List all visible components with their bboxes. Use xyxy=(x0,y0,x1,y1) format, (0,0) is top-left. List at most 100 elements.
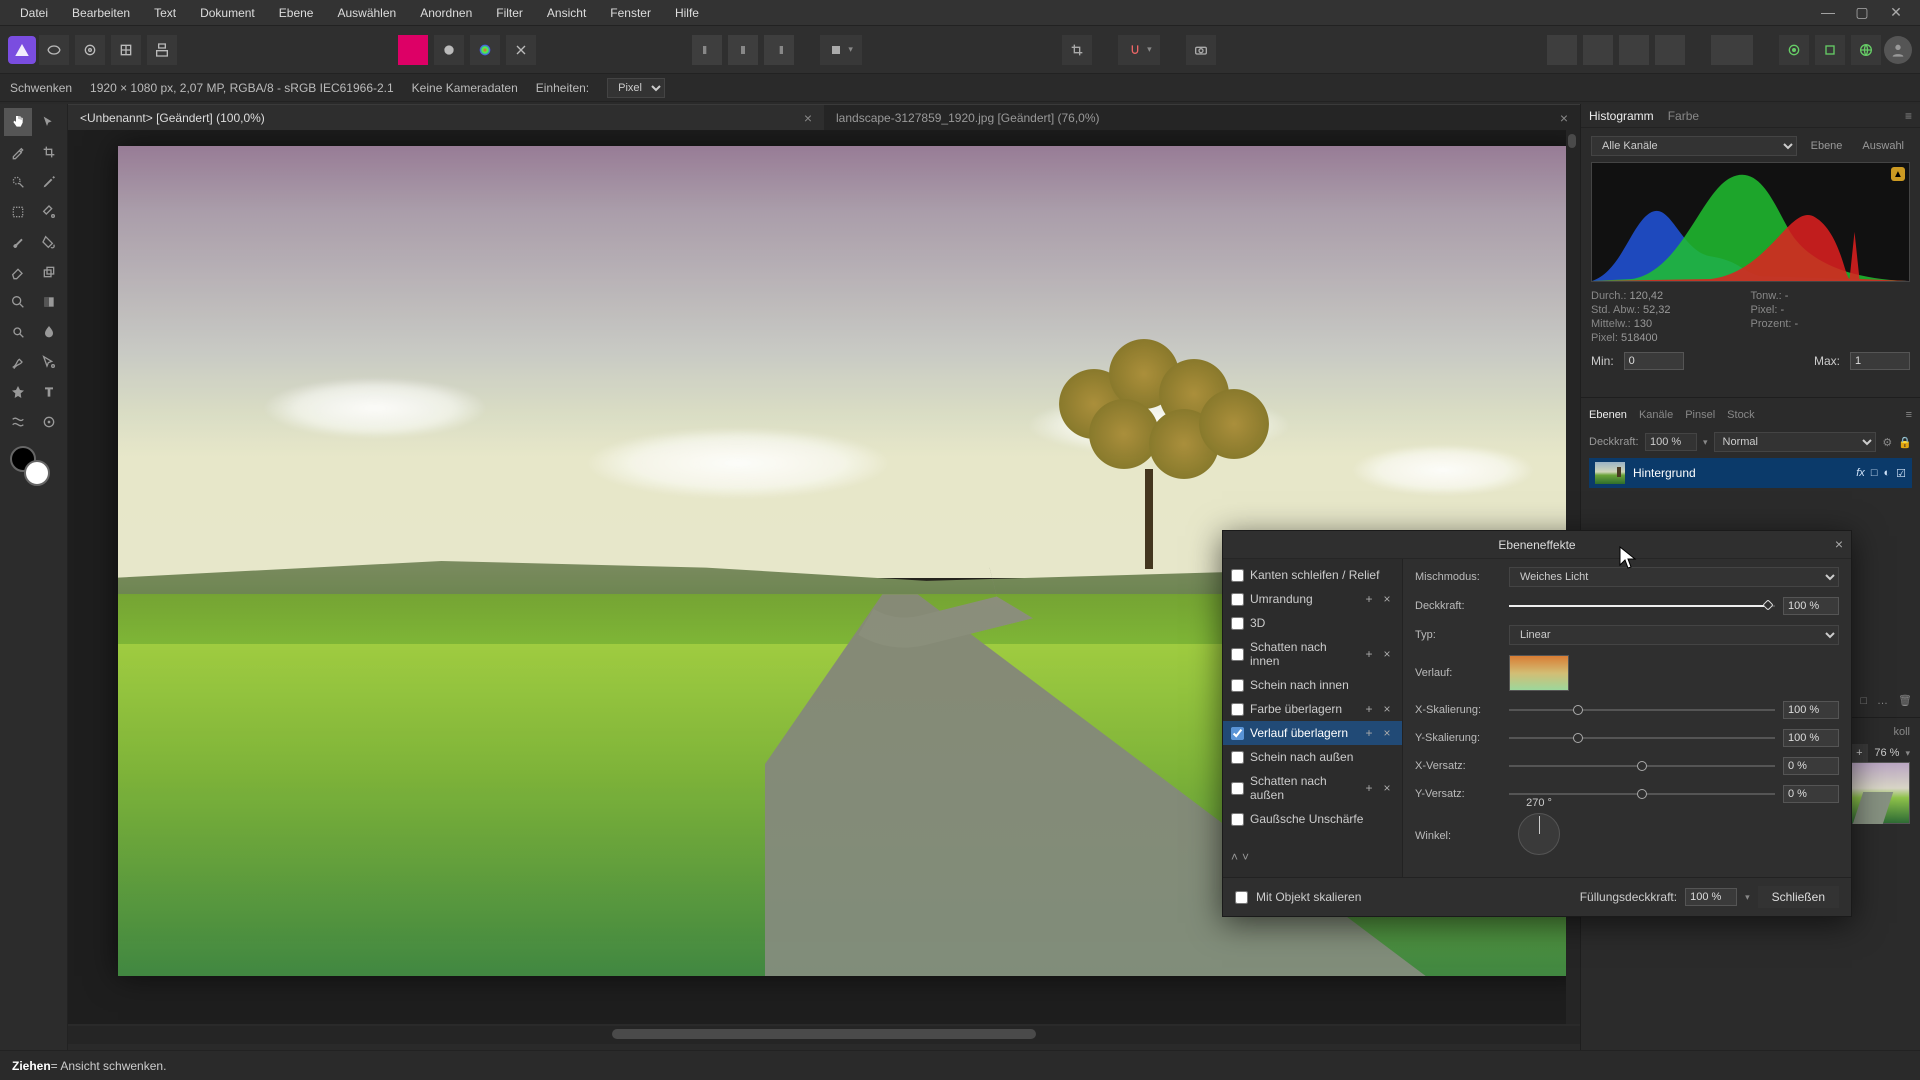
vector-brush-tool[interactable] xyxy=(4,348,32,376)
units-select[interactable]: Pixel xyxy=(607,78,665,98)
angle-dial[interactable] xyxy=(1518,813,1560,855)
paint-brush-tool[interactable] xyxy=(4,228,32,256)
tab-brushes[interactable]: Pinsel xyxy=(1685,409,1715,421)
gradient-tool[interactable] xyxy=(35,288,63,316)
effect-checkbox[interactable] xyxy=(1231,703,1244,716)
menu-dokument[interactable]: Dokument xyxy=(188,0,267,26)
effect-checkbox[interactable] xyxy=(1231,679,1244,692)
effect-item[interactable]: Gaußsche Unschärfe xyxy=(1223,807,1402,831)
erase-tool[interactable] xyxy=(4,258,32,286)
zoom-tool[interactable] xyxy=(4,288,32,316)
document-tab-1[interactable]: landscape-3127859_1920.jpg [Geändert] (7… xyxy=(824,104,1580,130)
flood-select-tool[interactable] xyxy=(35,198,63,226)
lock-icon[interactable]: □ xyxy=(1871,467,1878,480)
node-tool[interactable] xyxy=(35,348,63,376)
align-right-button[interactable] xyxy=(764,35,794,65)
dialog-title-bar[interactable]: Ebeneneffekte × xyxy=(1223,531,1851,559)
menu-datei[interactable]: Datei xyxy=(8,0,60,26)
yoffset-value[interactable] xyxy=(1783,785,1839,803)
menu-ansicht[interactable]: Ansicht xyxy=(535,0,598,26)
shape-tool[interactable] xyxy=(4,378,32,406)
cloud-button[interactable] xyxy=(1815,35,1845,65)
close-icon[interactable]: × xyxy=(1560,105,1568,131)
effect-checkbox[interactable] xyxy=(1231,727,1244,740)
close-icon[interactable]: × xyxy=(1835,536,1843,552)
color-picker-tool[interactable] xyxy=(4,138,32,166)
swatch-button[interactable] xyxy=(398,35,428,65)
layer-button[interactable]: 🗑 xyxy=(1898,694,1912,707)
dodge-tool[interactable] xyxy=(4,318,32,346)
max-input[interactable] xyxy=(1850,352,1910,370)
clone-tool[interactable] xyxy=(35,258,63,286)
crop-tool[interactable] xyxy=(35,138,63,166)
add-icon[interactable]: + xyxy=(1362,726,1376,740)
blur-tool[interactable] xyxy=(35,318,63,346)
gear-icon[interactable]: ⚙ xyxy=(1882,436,1892,449)
effect-item[interactable]: Schein nach außen xyxy=(1223,745,1402,769)
lock-icon[interactable]: 🔒 xyxy=(1898,436,1912,449)
yscale-value[interactable] xyxy=(1783,729,1839,747)
effect-item[interactable]: Schatten nach außen+× xyxy=(1223,769,1402,807)
tab-stock[interactable]: Stock xyxy=(1727,409,1755,421)
effect-item[interactable]: Schein nach innen xyxy=(1223,673,1402,697)
scale-with-checkbox[interactable] xyxy=(1235,891,1248,904)
panel-options-icon[interactable]: ≡ xyxy=(1905,109,1912,123)
panel-options-icon[interactable]: ≡ xyxy=(1906,409,1912,421)
mask-circle-button[interactable] xyxy=(434,35,464,65)
group5-button[interactable] xyxy=(1711,35,1753,65)
effect-checkbox[interactable] xyxy=(1231,593,1244,606)
nav-sub[interactable]: koll xyxy=(1893,726,1910,738)
min-input[interactable] xyxy=(1624,352,1684,370)
user-avatar[interactable] xyxy=(1884,36,1912,64)
add-icon[interactable]: + xyxy=(1362,702,1376,716)
tab-layers[interactable]: Ebenen xyxy=(1589,409,1627,421)
move-tool[interactable] xyxy=(35,108,63,136)
align-left-button[interactable] xyxy=(692,35,722,65)
align-center-button[interactable] xyxy=(728,35,758,65)
effect-checkbox[interactable] xyxy=(1231,569,1244,582)
layer-toggle[interactable]: Ebene xyxy=(1805,138,1849,154)
layer-item[interactable]: Hintergrund fx □ ◐ ☑ xyxy=(1589,458,1912,488)
layer-button[interactable]: □ xyxy=(1860,695,1867,707)
add-icon[interactable]: + xyxy=(1362,647,1376,661)
effect-checkbox[interactable] xyxy=(1231,782,1244,795)
menu-fenster[interactable]: Fenster xyxy=(598,0,663,26)
document-tab-0[interactable]: <Unbenannt> [Geändert] (100,0%) × xyxy=(68,104,824,130)
tab-color[interactable]: Farbe xyxy=(1668,109,1699,123)
pen-tool[interactable] xyxy=(35,168,63,196)
maximize-button[interactable]: ▢ xyxy=(1846,3,1878,23)
effect-item[interactable]: Umrandung+× xyxy=(1223,587,1402,611)
menu-filter[interactable]: Filter xyxy=(484,0,535,26)
chevron-down-icon[interactable]: ˅ xyxy=(1242,850,1249,864)
effect-checkbox[interactable] xyxy=(1231,751,1244,764)
xoffset-value[interactable] xyxy=(1783,757,1839,775)
menu-anordnen[interactable]: Anordnen xyxy=(408,0,484,26)
artboard-dropdown[interactable]: ▾ xyxy=(820,35,862,65)
close-icon[interactable]: × xyxy=(804,105,812,131)
checkbox-icon[interactable]: ☑ xyxy=(1896,467,1906,480)
minimize-button[interactable]: — xyxy=(1812,3,1844,23)
tab-channels[interactable]: Kanäle xyxy=(1639,409,1673,421)
group3-button[interactable] xyxy=(1619,35,1649,65)
persona-photo-button[interactable] xyxy=(39,35,69,65)
opacity-value[interactable] xyxy=(1783,597,1839,615)
menu-bearbeiten[interactable]: Bearbeiten xyxy=(60,0,142,26)
close-window-button[interactable]: ✕ xyxy=(1880,3,1912,23)
menu-hilfe[interactable]: Hilfe xyxy=(663,0,711,26)
persona-develop-button[interactable] xyxy=(111,35,141,65)
remove-icon[interactable]: × xyxy=(1380,647,1394,661)
remove-icon[interactable]: × xyxy=(1380,781,1394,795)
warning-icon[interactable]: ▲ xyxy=(1891,167,1905,181)
fill-tool[interactable] xyxy=(35,228,63,256)
persona-export-button[interactable] xyxy=(147,35,177,65)
effect-item[interactable]: Kanten schleifen / Relief xyxy=(1223,563,1402,587)
angle-value[interactable]: 270 ° xyxy=(1526,797,1552,809)
color-wells[interactable] xyxy=(10,446,50,486)
persona-liquify-button[interactable] xyxy=(75,35,105,65)
layer-button[interactable]: … xyxy=(1877,695,1888,707)
mesh-tool[interactable] xyxy=(4,408,32,436)
blend-mode-select[interactable]: Weiches Licht xyxy=(1509,567,1839,587)
crop-button[interactable] xyxy=(1062,35,1092,65)
blend-mode-select[interactable]: Normal xyxy=(1714,432,1877,452)
horizontal-scrollbar[interactable] xyxy=(68,1026,1580,1044)
